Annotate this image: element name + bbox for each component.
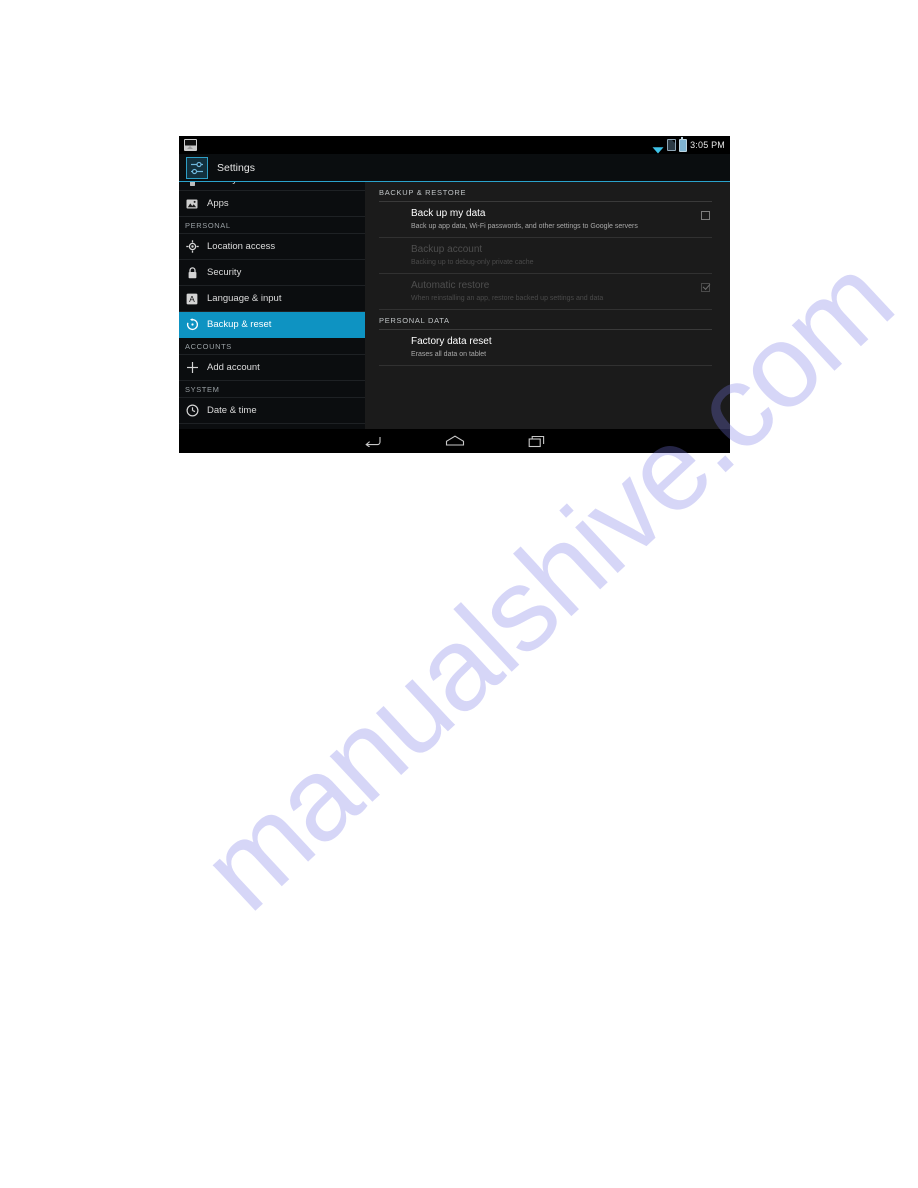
sd-card-icon — [667, 139, 677, 151]
page-root: manualshive.com 3:05 PM Settings Apps PE… — [0, 0, 918, 1188]
sidebar-item-battery[interactable]: Battery — [179, 182, 365, 191]
recents-button[interactable] — [525, 433, 549, 449]
status-bar-notifications — [184, 139, 197, 151]
sidebar-section-system: SYSTEM — [179, 381, 365, 398]
pref-subtitle: Erases all data on tablet — [411, 351, 487, 358]
pref-backup-account: Backup account Backing up to debug-only … — [379, 238, 712, 274]
pref-subtitle: When reinstalling an app, restore backed… — [411, 295, 604, 302]
settings-sidebar[interactable]: Battery Apps PERSONAL — [179, 182, 365, 429]
keyboard-a-icon: A — [185, 292, 199, 306]
battery-icon — [679, 136, 688, 152]
pref-automatic-restore: Automatic restore When reinstalling an a… — [379, 274, 712, 310]
pref-texts: Backup account Backing up to debug-only … — [411, 244, 712, 267]
sidebar-item-backup-reset[interactable]: Backup & reset — [179, 312, 365, 338]
wifi-icon — [652, 141, 664, 153]
pref-subtitle: Back up app data, Wi-Fi passwords, and o… — [411, 223, 638, 230]
sidebar-item-label: Battery — [207, 182, 237, 185]
tablet-screenshot: 3:05 PM Settings Apps PERSONAL Location … — [179, 136, 730, 453]
pref-title: Back up my data — [411, 208, 486, 219]
screenshot-icon — [184, 139, 197, 151]
pref-title: Factory data reset — [411, 336, 492, 347]
battery-icon — [185, 182, 199, 188]
sidebar-item-label: Apps — [207, 198, 229, 209]
pref-title: Automatic restore — [411, 280, 490, 291]
home-button[interactable] — [443, 433, 467, 449]
settings-content-panel: BACKUP & RESTORE Back up my data Back up… — [365, 182, 730, 429]
status-bar-clock: 3:05 PM — [690, 140, 725, 150]
app-header: Settings — [179, 154, 730, 182]
status-bar-system-icons[interactable]: 3:05 PM — [652, 136, 725, 153]
pref-subtitle: Backing up to debug-only private cache — [411, 259, 534, 266]
clock-icon — [185, 404, 199, 418]
status-bar: 3:05 PM — [179, 136, 730, 154]
pref-factory-data-reset[interactable]: Factory data reset Erases all data on ta… — [379, 330, 712, 366]
app-body: Battery Apps PERSONAL — [179, 182, 730, 429]
sidebar-item-label: Date & time — [207, 405, 257, 416]
sidebar-item-label: Security — [207, 267, 242, 278]
pref-texts: Factory data reset Erases all data on ta… — [411, 336, 712, 359]
sidebar-item-label: Language & input — [207, 293, 282, 304]
sidebar-item-language-input[interactable]: A Language & input — [179, 286, 365, 312]
sidebar-item-label: Backup & reset — [207, 319, 272, 330]
sidebar-section-personal: PERSONAL — [179, 217, 365, 234]
sidebar-item-location-access[interactable]: Location access — [179, 234, 365, 260]
settings-sliders-icon[interactable] — [186, 156, 208, 179]
pref-texts: Automatic restore When reinstalling an a… — [411, 280, 701, 303]
sidebar-item-apps[interactable]: Apps — [179, 191, 365, 217]
sidebar-item-add-account[interactable]: Add account — [179, 355, 365, 381]
section-header-backup-restore: BACKUP & RESTORE — [379, 182, 712, 202]
restore-icon — [185, 318, 199, 332]
lock-icon — [185, 266, 199, 280]
location-icon — [185, 240, 199, 254]
apps-icon — [185, 197, 199, 211]
section-header-personal-data: PERSONAL DATA — [379, 310, 712, 330]
sidebar-item-date-time[interactable]: Date & time — [179, 398, 365, 424]
pref-title: Backup account — [411, 244, 483, 255]
automatic-restore-checkbox — [701, 283, 710, 292]
back-up-my-data-checkbox[interactable] — [701, 211, 710, 220]
sidebar-section-accounts: ACCOUNTS — [179, 338, 365, 355]
plus-icon — [185, 361, 199, 375]
sidebar-item-label: Location access — [207, 241, 276, 252]
sidebar-item-security[interactable]: Security — [179, 260, 365, 286]
system-navigation-bar — [179, 429, 730, 453]
back-button[interactable] — [361, 433, 385, 449]
sidebar-item-label: Add account — [207, 362, 260, 373]
page-title: Settings — [217, 161, 255, 174]
pref-texts: Back up my data Back up app data, Wi-Fi … — [411, 208, 701, 231]
svg-text:A: A — [189, 294, 195, 304]
pref-back-up-my-data[interactable]: Back up my data Back up app data, Wi-Fi … — [379, 202, 712, 238]
